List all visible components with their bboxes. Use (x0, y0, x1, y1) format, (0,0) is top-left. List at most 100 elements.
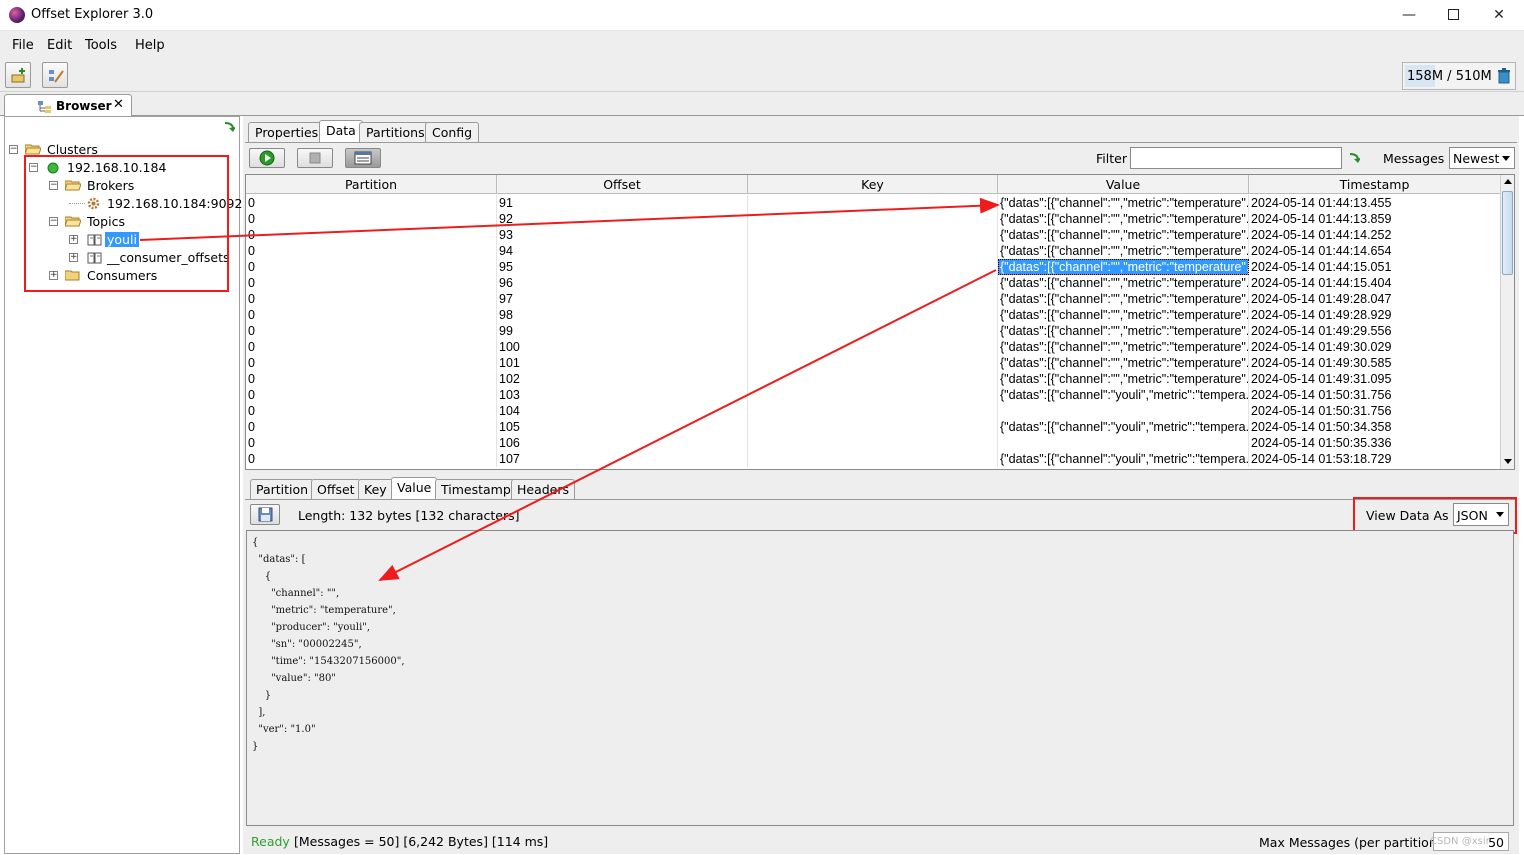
cell-timestamp[interactable]: 2024-05-14 01:49:29.556 (1249, 323, 1500, 339)
cell-offset[interactable]: 93 (497, 227, 748, 243)
cell-timestamp[interactable]: 2024-05-14 01:50:31.756 (1249, 403, 1500, 419)
column-header-offset[interactable]: Offset (497, 175, 748, 194)
cell-offset[interactable]: 102 (497, 371, 748, 387)
cell-key[interactable] (748, 339, 998, 355)
table-row[interactable]: 0 105 {"datas":[{"channel":"youli","metric… (246, 419, 1500, 435)
cell-offset[interactable]: 96 (497, 275, 748, 291)
cell-value[interactable] (998, 403, 1249, 419)
table-row[interactable]: 0 92 {"datas":[{"channel":"","metric":"tem… (246, 211, 1500, 227)
cell-timestamp[interactable]: 2024-05-14 01:49:31.095 (1249, 371, 1500, 387)
cell-value[interactable]: {"datas":[{"channel":"","metric":"temper… (998, 275, 1249, 291)
cell-offset[interactable]: 92 (497, 211, 748, 227)
menu-tools[interactable]: Tools (85, 38, 117, 53)
cell-timestamp[interactable]: 2024-05-14 01:49:28.047 (1249, 291, 1500, 307)
cell-timestamp[interactable]: 2024-05-14 01:49:28.929 (1249, 307, 1500, 323)
view-mode-button[interactable] (345, 148, 381, 168)
tab-detail-offset[interactable]: Offset (311, 479, 361, 500)
column-header-timestamp[interactable]: Timestamp (1249, 175, 1500, 194)
cell-key[interactable] (748, 195, 998, 211)
table-row[interactable]: 0 104 2024-05-14 01:50:31.756 (246, 403, 1500, 419)
table-row[interactable]: 0 101 {"datas":[{"channel":"","metric":"te… (246, 355, 1500, 371)
cell-timestamp[interactable]: 2024-05-14 01:44:15.051 (1249, 259, 1500, 275)
cell-value[interactable] (998, 435, 1249, 451)
column-header-key[interactable]: Key (748, 175, 998, 194)
cell-key[interactable] (748, 403, 998, 419)
cell-value[interactable]: {"datas":[{"channel":"","metric":"temper… (998, 211, 1249, 227)
cell-partition[interactable]: 0 (246, 195, 497, 211)
menu-file[interactable]: File (12, 38, 34, 53)
table-row[interactable]: 0 99 {"datas":[{"channel":"","metric":"tem… (246, 323, 1500, 339)
cell-value[interactable]: {"datas":[{"channel":"","metric":"temper… (998, 323, 1249, 339)
table-row[interactable]: 0 100 {"datas":[{"channel":"","metric":"te… (246, 339, 1500, 355)
tab-detail-partition[interactable]: Partition (250, 479, 315, 500)
minimize-button[interactable]: — (1386, 4, 1432, 26)
column-header-value[interactable]: Value (998, 175, 1249, 194)
cell-value[interactable]: {"datas":[{"channel":"","metric":"temper… (998, 243, 1249, 259)
table-row[interactable]: 0 91 {"datas":[{"channel":"","metric":"tem… (246, 195, 1500, 211)
cell-key[interactable] (748, 243, 998, 259)
table-scrollbar[interactable] (1500, 175, 1514, 469)
maximize-button[interactable] (1430, 4, 1476, 26)
cell-partition[interactable]: 0 (246, 451, 497, 467)
cell-timestamp[interactable]: 2024-05-14 01:44:13.859 (1249, 211, 1500, 227)
cell-offset[interactable]: 91 (497, 195, 748, 211)
cell-value[interactable]: {"datas":[{"channel":"","metric":"temper… (998, 339, 1249, 355)
cell-offset[interactable]: 106 (497, 435, 748, 451)
value-json-viewer[interactable]: { "datas": [ { "channel": "", "metric": … (246, 530, 1514, 826)
cell-key[interactable] (748, 259, 998, 275)
cell-offset[interactable]: 103 (497, 387, 748, 403)
cell-partition[interactable]: 0 (246, 307, 497, 323)
cell-partition[interactable]: 0 (246, 371, 497, 387)
garbage-collect-icon[interactable] (1497, 68, 1511, 84)
cell-partition[interactable]: 0 (246, 435, 497, 451)
cell-offset[interactable]: 100 (497, 339, 748, 355)
tab-partitions[interactable]: Partitions (359, 122, 432, 143)
cell-key[interactable] (748, 227, 998, 243)
cell-key[interactable] (748, 387, 998, 403)
cell-offset[interactable]: 101 (497, 355, 748, 371)
cell-value[interactable]: {"datas":[{"channel":"youli","metric":"t… (998, 387, 1249, 403)
filter-input[interactable] (1130, 147, 1342, 169)
table-row[interactable]: 0 103 {"datas":[{"channel":"youli","metric… (246, 387, 1500, 403)
column-header-partition[interactable]: Partition (246, 175, 497, 194)
cell-partition[interactable]: 0 (246, 259, 497, 275)
stop-button[interactable] (297, 148, 333, 168)
cell-key[interactable] (748, 291, 998, 307)
tab-close-button[interactable]: ✕ (113, 97, 124, 112)
tab-config[interactable]: Config (425, 122, 480, 143)
table-row[interactable]: 0 98 {"datas":[{"channel":"","metric":"tem… (246, 307, 1500, 323)
cell-value[interactable]: {"datas":[{"channel":"","metric":"temper… (998, 227, 1249, 243)
tab-browser[interactable]: Browser ✕ (4, 94, 132, 117)
edit-cluster-button[interactable] (42, 62, 68, 88)
cell-value[interactable]: {"datas":[{"channel":"","metric":"temper… (998, 307, 1249, 323)
scrollbar-thumb[interactable] (1502, 191, 1513, 275)
cell-key[interactable] (748, 275, 998, 291)
cell-timestamp[interactable]: 2024-05-14 01:50:34.358 (1249, 419, 1500, 435)
add-cluster-button[interactable] (5, 62, 31, 88)
cell-key[interactable] (748, 451, 998, 467)
table-row[interactable]: 0 94 {"datas":[{"channel":"","metric":"tem… (246, 243, 1500, 259)
scroll-up-icon[interactable] (1504, 179, 1512, 184)
cell-partition[interactable]: 0 (246, 387, 497, 403)
table-row[interactable]: 0 102 {"datas":[{"channel":"","metric":"te… (246, 371, 1500, 387)
cell-value[interactable]: {"datas":[{"channel":"youli","metric":"t… (998, 419, 1249, 435)
cell-partition[interactable]: 0 (246, 355, 497, 371)
cell-partition[interactable]: 0 (246, 403, 497, 419)
save-value-button[interactable] (250, 504, 280, 525)
cell-timestamp[interactable]: 2024-05-14 01:44:13.455 (1249, 195, 1500, 211)
cell-timestamp[interactable]: 2024-05-14 01:50:31.756 (1249, 387, 1500, 403)
cell-offset[interactable]: 104 (497, 403, 748, 419)
cell-value[interactable]: {"datas":[{"channel":"","metric":"temper… (998, 195, 1249, 211)
cell-offset[interactable]: 95 (497, 259, 748, 275)
cell-value[interactable]: {"datas":[{"channel":"","metric":"temper… (998, 259, 1249, 275)
cell-key[interactable] (748, 211, 998, 227)
cell-offset[interactable]: 94 (497, 243, 748, 259)
cell-partition[interactable]: 0 (246, 291, 497, 307)
table-row[interactable]: 0 97 {"datas":[{"channel":"","metric":"tem… (246, 291, 1500, 307)
menu-help[interactable]: Help (135, 38, 165, 53)
close-window-button[interactable]: ✕ (1476, 4, 1522, 26)
tab-detail-headers[interactable]: Headers (511, 479, 576, 500)
cell-key[interactable] (748, 323, 998, 339)
cell-partition[interactable]: 0 (246, 211, 497, 227)
cell-offset[interactable]: 105 (497, 419, 748, 435)
